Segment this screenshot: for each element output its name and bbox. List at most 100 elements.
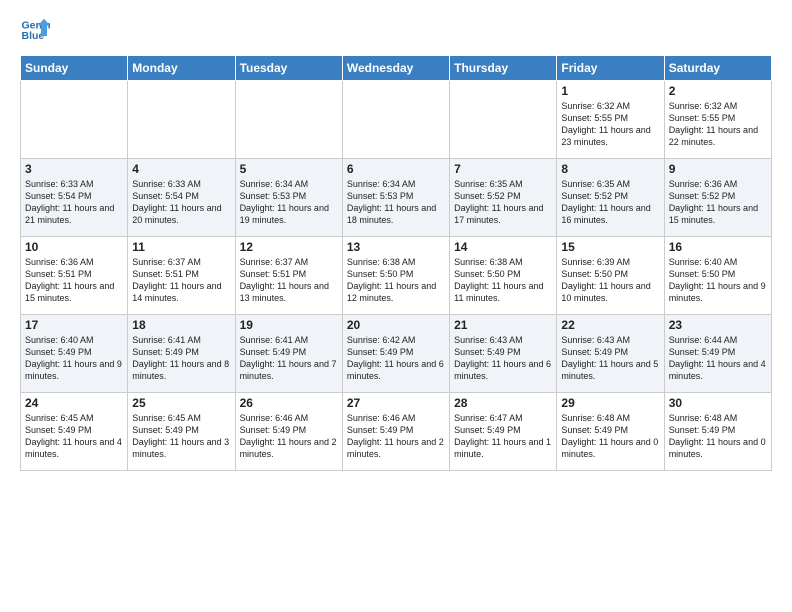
calendar-week-3: 10 Sunrise: 6:36 AMSunset: 5:51 PMDayligh… [21,237,772,315]
day-info: Sunrise: 6:43 AMSunset: 5:49 PMDaylight:… [454,334,552,383]
day-number: 10 [25,240,123,254]
calendar-cell: 5 Sunrise: 6:34 AMSunset: 5:53 PMDaylight… [235,159,342,237]
day-info: Sunrise: 6:36 AMSunset: 5:51 PMDaylight:… [25,256,123,305]
calendar-cell: 4 Sunrise: 6:33 AMSunset: 5:54 PMDaylight… [128,159,235,237]
calendar-cell: 14 Sunrise: 6:38 AMSunset: 5:50 PMDayligh… [450,237,557,315]
day-info: Sunrise: 6:44 AMSunset: 5:49 PMDaylight:… [669,334,767,383]
day-info: Sunrise: 6:35 AMSunset: 5:52 PMDaylight:… [454,178,552,227]
day-info: Sunrise: 6:42 AMSunset: 5:49 PMDaylight:… [347,334,445,383]
calendar-cell: 8 Sunrise: 6:35 AMSunset: 5:52 PMDaylight… [557,159,664,237]
calendar-cell: 9 Sunrise: 6:36 AMSunset: 5:52 PMDaylight… [664,159,771,237]
calendar-table: SundayMondayTuesdayWednesdayThursdayFrid… [20,55,772,471]
calendar-header-sunday: Sunday [21,56,128,81]
day-info: Sunrise: 6:39 AMSunset: 5:50 PMDaylight:… [561,256,659,305]
day-number: 28 [454,396,552,410]
day-number: 1 [561,84,659,98]
day-info: Sunrise: 6:34 AMSunset: 5:53 PMDaylight:… [240,178,338,227]
calendar-header-row: SundayMondayTuesdayWednesdayThursdayFrid… [21,56,772,81]
day-info: Sunrise: 6:40 AMSunset: 5:49 PMDaylight:… [25,334,123,383]
day-number: 2 [669,84,767,98]
calendar-cell: 11 Sunrise: 6:37 AMSunset: 5:51 PMDayligh… [128,237,235,315]
calendar-cell: 22 Sunrise: 6:43 AMSunset: 5:49 PMDayligh… [557,315,664,393]
calendar-cell: 30 Sunrise: 6:48 AMSunset: 5:49 PMDayligh… [664,393,771,471]
calendar-cell: 24 Sunrise: 6:45 AMSunset: 5:49 PMDayligh… [21,393,128,471]
day-number: 21 [454,318,552,332]
day-number: 20 [347,318,445,332]
day-number: 14 [454,240,552,254]
day-number: 17 [25,318,123,332]
day-info: Sunrise: 6:43 AMSunset: 5:49 PMDaylight:… [561,334,659,383]
day-number: 29 [561,396,659,410]
day-info: Sunrise: 6:46 AMSunset: 5:49 PMDaylight:… [347,412,445,461]
day-info: Sunrise: 6:32 AMSunset: 5:55 PMDaylight:… [669,100,767,149]
day-number: 30 [669,396,767,410]
day-number: 23 [669,318,767,332]
calendar-week-4: 17 Sunrise: 6:40 AMSunset: 5:49 PMDayligh… [21,315,772,393]
day-info: Sunrise: 6:40 AMSunset: 5:50 PMDaylight:… [669,256,767,305]
calendar-cell [342,81,449,159]
calendar-cell: 18 Sunrise: 6:41 AMSunset: 5:49 PMDayligh… [128,315,235,393]
day-number: 22 [561,318,659,332]
day-number: 4 [132,162,230,176]
day-number: 9 [669,162,767,176]
calendar-cell: 7Sunrise: 6:35 AMSunset: 5:52 PMDaylight… [450,159,557,237]
calendar-cell: 26 Sunrise: 6:46 AMSunset: 5:49 PMDayligh… [235,393,342,471]
calendar-cell: 28 Sunrise: 6:47 AMSunset: 5:49 PMDayligh… [450,393,557,471]
day-info: Sunrise: 6:48 AMSunset: 5:49 PMDaylight:… [669,412,767,461]
logo-icon: General Blue [20,15,50,45]
calendar-cell: 23 Sunrise: 6:44 AMSunset: 5:49 PMDayligh… [664,315,771,393]
calendar-cell [128,81,235,159]
day-number: 19 [240,318,338,332]
day-number: 16 [669,240,767,254]
logo: General Blue [20,15,52,45]
day-info: Sunrise: 6:45 AMSunset: 5:49 PMDaylight:… [25,412,123,461]
day-number: 11 [132,240,230,254]
calendar-header-friday: Friday [557,56,664,81]
calendar-cell: 1Sunrise: 6:32 AMSunset: 5:55 PMDaylight… [557,81,664,159]
day-info: Sunrise: 6:37 AMSunset: 5:51 PMDaylight:… [132,256,230,305]
day-number: 5 [240,162,338,176]
day-info: Sunrise: 6:35 AMSunset: 5:52 PMDaylight:… [561,178,659,227]
day-info: Sunrise: 6:33 AMSunset: 5:54 PMDaylight:… [132,178,230,227]
day-info: Sunrise: 6:36 AMSunset: 5:52 PMDaylight:… [669,178,767,227]
day-info: Sunrise: 6:47 AMSunset: 5:49 PMDaylight:… [454,412,552,461]
calendar-cell [21,81,128,159]
calendar-header-wednesday: Wednesday [342,56,449,81]
calendar-cell: 17 Sunrise: 6:40 AMSunset: 5:49 PMDayligh… [21,315,128,393]
calendar-week-2: 3Sunrise: 6:33 AMSunset: 5:54 PMDaylight… [21,159,772,237]
calendar-cell: 3Sunrise: 6:33 AMSunset: 5:54 PMDaylight… [21,159,128,237]
day-number: 18 [132,318,230,332]
day-info: Sunrise: 6:41 AMSunset: 5:49 PMDaylight:… [240,334,338,383]
calendar-header-saturday: Saturday [664,56,771,81]
page: General Blue SundayMondayTuesdayWednesda… [0,0,792,612]
calendar-header-tuesday: Tuesday [235,56,342,81]
calendar-cell: 25Sunrise: 6:45 AMSunset: 5:49 PMDayligh… [128,393,235,471]
calendar-cell: 16 Sunrise: 6:40 AMSunset: 5:50 PMDayligh… [664,237,771,315]
calendar-cell: 27 Sunrise: 6:46 AMSunset: 5:49 PMDayligh… [342,393,449,471]
day-number: 8 [561,162,659,176]
day-number: 13 [347,240,445,254]
day-number: 15 [561,240,659,254]
day-number: 6 [347,162,445,176]
day-info: Sunrise: 6:38 AMSunset: 5:50 PMDaylight:… [454,256,552,305]
calendar-cell: 21 Sunrise: 6:43 AMSunset: 5:49 PMDayligh… [450,315,557,393]
calendar-week-5: 24 Sunrise: 6:45 AMSunset: 5:49 PMDayligh… [21,393,772,471]
day-number: 26 [240,396,338,410]
calendar-cell: 12Sunrise: 6:37 AMSunset: 5:51 PMDayligh… [235,237,342,315]
day-number: 27 [347,396,445,410]
day-info: Sunrise: 6:48 AMSunset: 5:49 PMDaylight:… [561,412,659,461]
calendar-cell: 2 Sunrise: 6:32 AMSunset: 5:55 PMDaylight… [664,81,771,159]
calendar-cell: 6Sunrise: 6:34 AMSunset: 5:53 PMDaylight… [342,159,449,237]
day-info: Sunrise: 6:41 AMSunset: 5:49 PMDaylight:… [132,334,230,383]
day-number: 24 [25,396,123,410]
day-info: Sunrise: 6:45 AMSunset: 5:49 PMDaylight:… [132,412,230,461]
calendar-cell: 15 Sunrise: 6:39 AMSunset: 5:50 PMDayligh… [557,237,664,315]
calendar-cell [235,81,342,159]
calendar-header-monday: Monday [128,56,235,81]
calendar-cell: 29 Sunrise: 6:48 AMSunset: 5:49 PMDayligh… [557,393,664,471]
day-info: Sunrise: 6:37 AMSunset: 5:51 PMDaylight:… [240,256,338,305]
day-info: Sunrise: 6:33 AMSunset: 5:54 PMDaylight:… [25,178,123,227]
header: General Blue [20,15,772,45]
day-info: Sunrise: 6:46 AMSunset: 5:49 PMDaylight:… [240,412,338,461]
calendar-cell: 10 Sunrise: 6:36 AMSunset: 5:51 PMDayligh… [21,237,128,315]
